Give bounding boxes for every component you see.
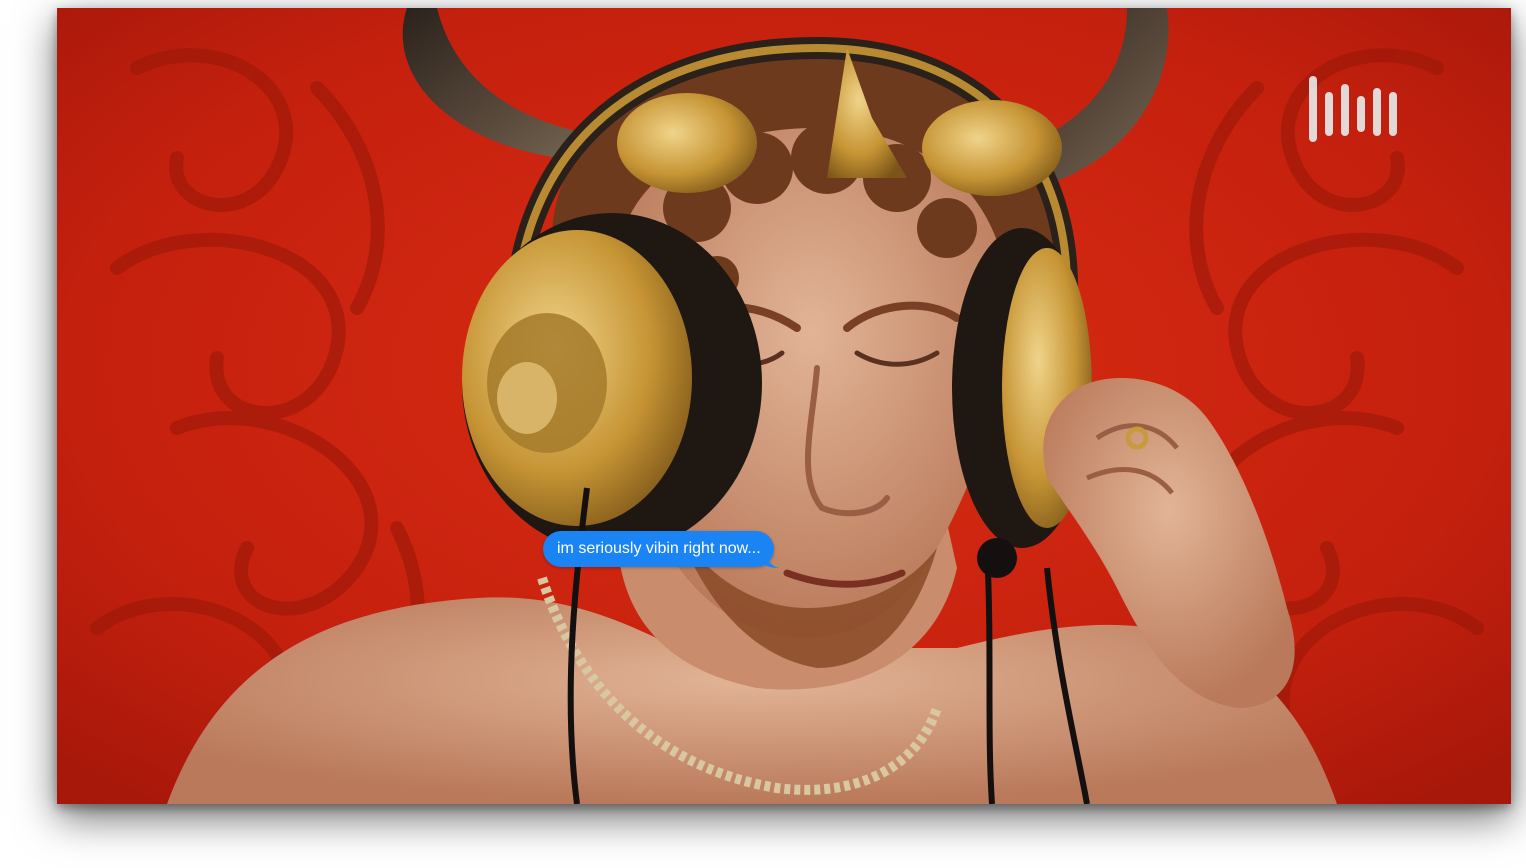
artwork-frame: im seriously vibin right now... (57, 8, 1511, 804)
audio-waveform-logo-icon (1309, 76, 1397, 142)
message-bubble: im seriously vibin right now... (543, 531, 779, 568)
message-text: im seriously vibin right now... (557, 540, 761, 557)
artwork-image (57, 8, 1511, 804)
bubble-tail-icon (762, 552, 779, 568)
